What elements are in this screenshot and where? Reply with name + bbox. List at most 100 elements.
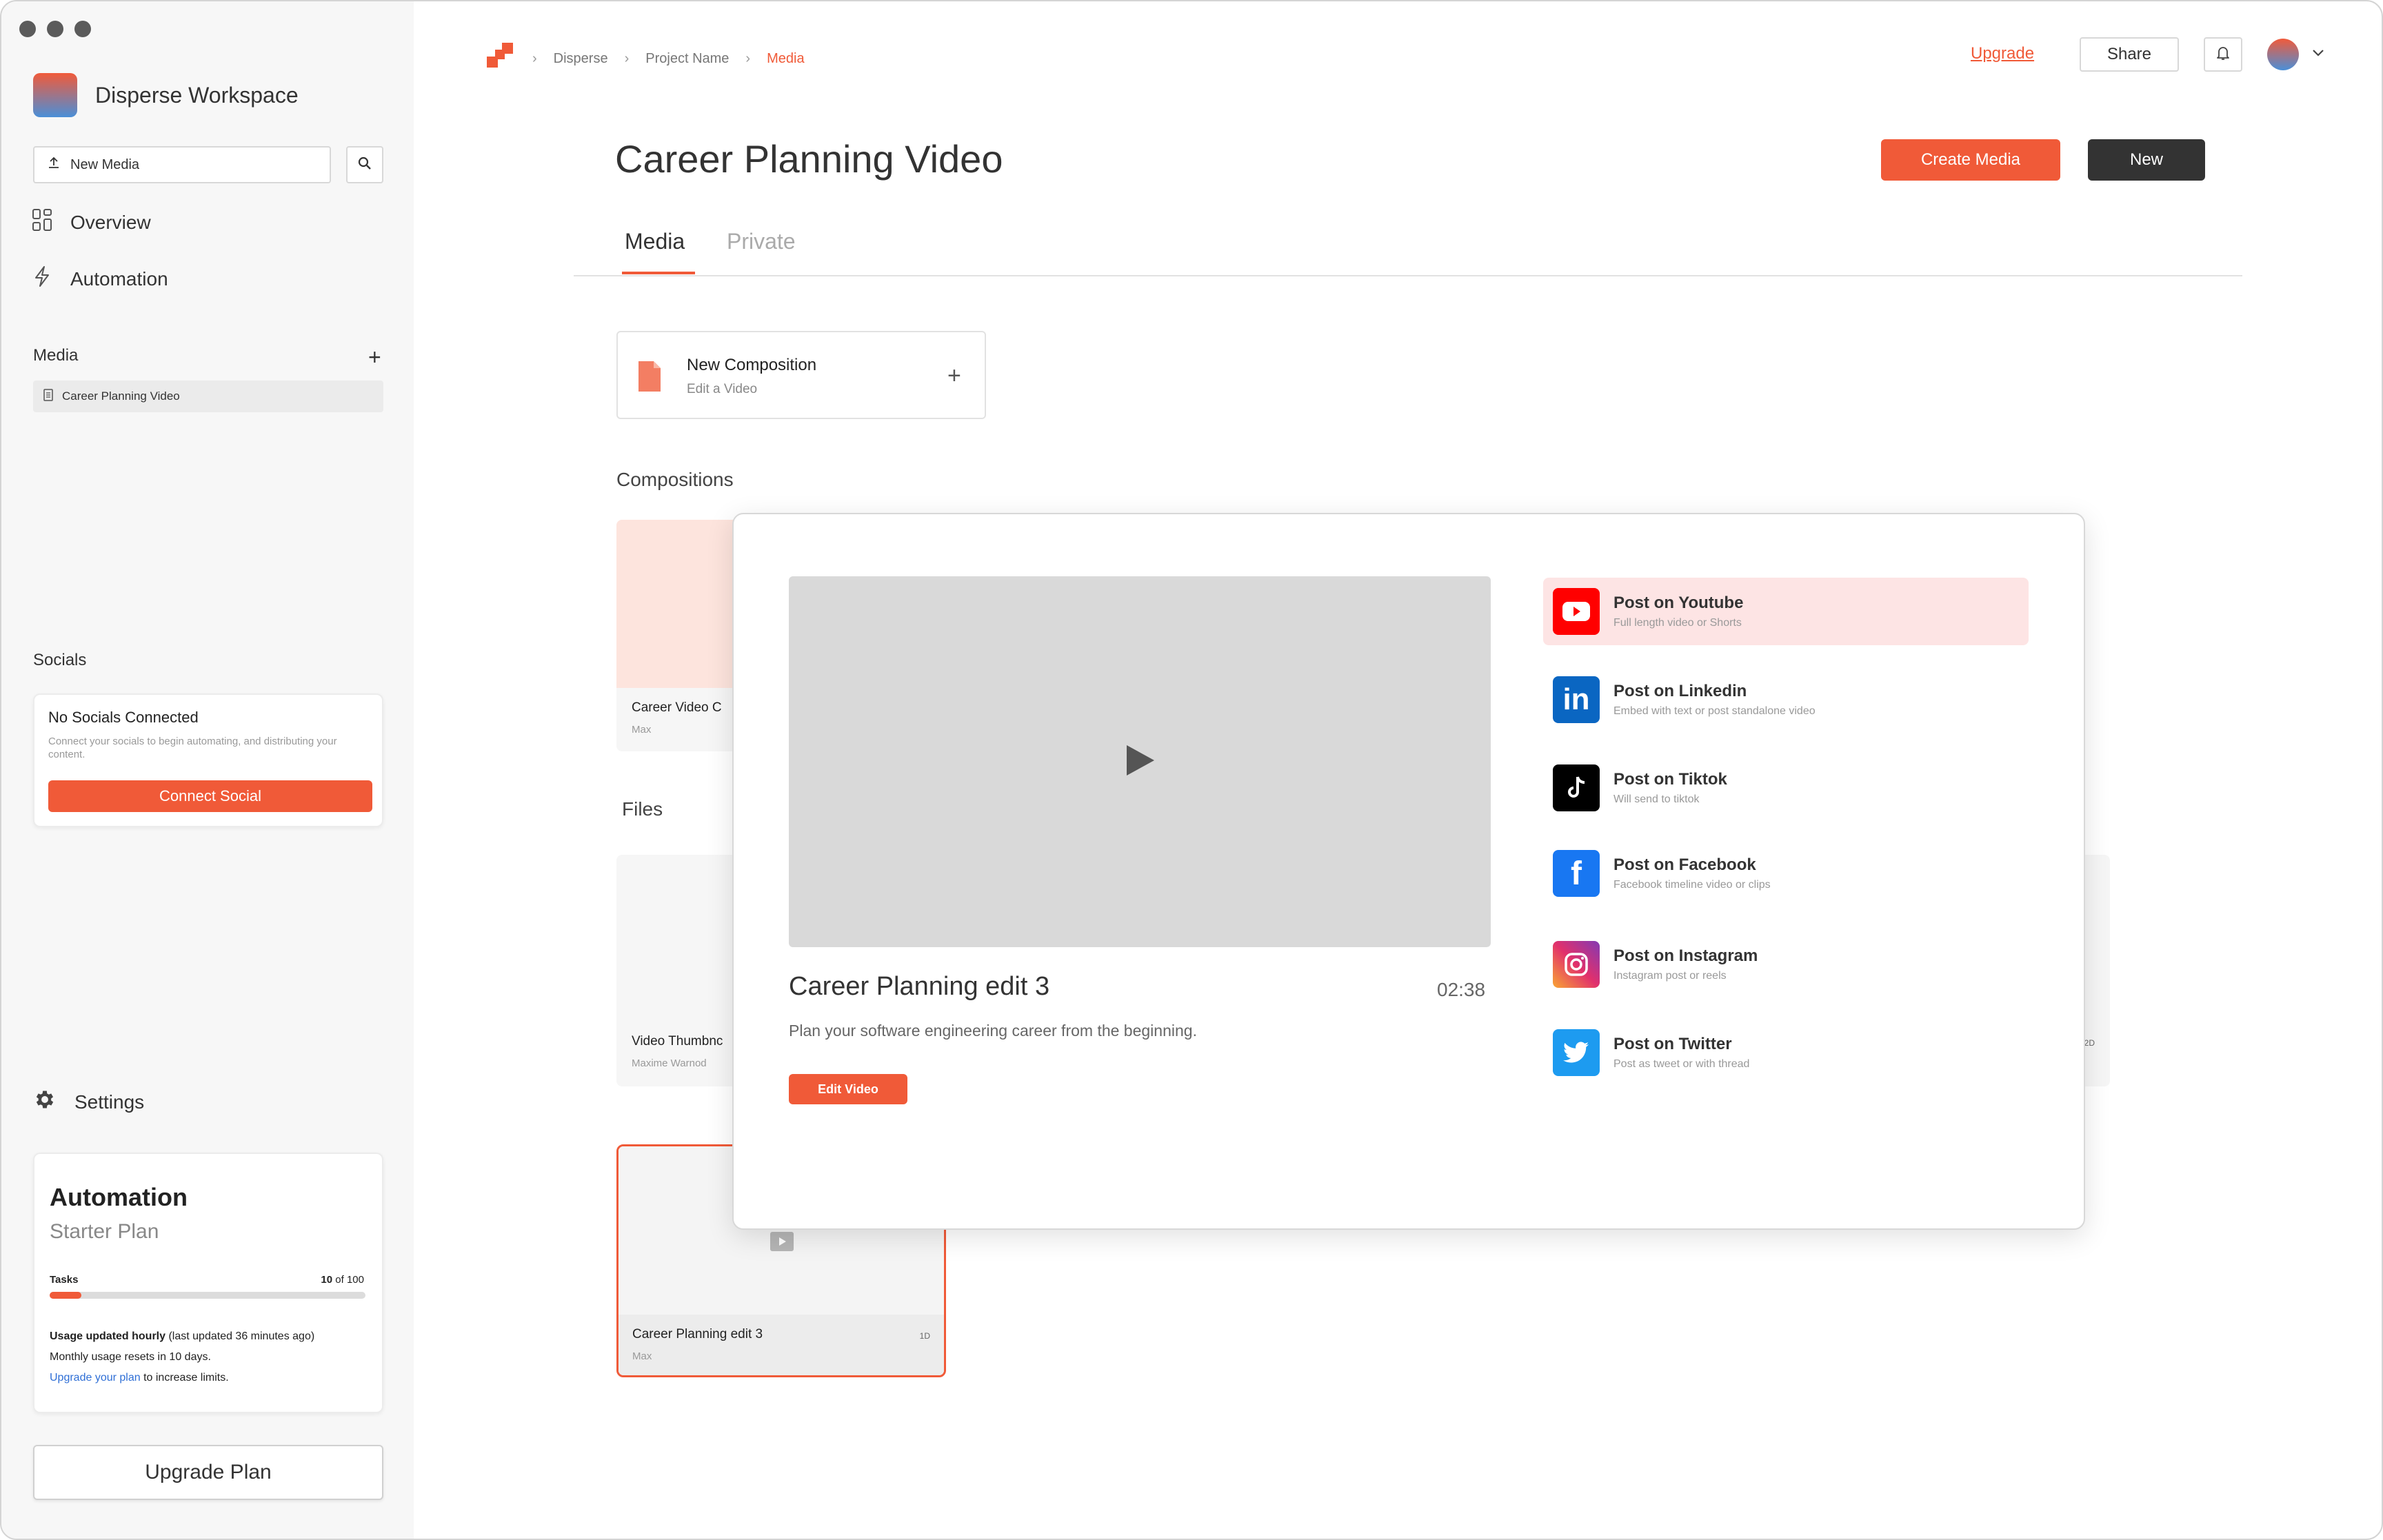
sidebar-media-item-label: Career Planning Video [62,389,180,403]
compositions-heading: Compositions [616,469,734,490]
new-composition-title: New Composition [687,356,817,374]
connect-social-button[interactable]: Connect Social [48,780,372,812]
breadcrumb-disperse[interactable]: Disperse [554,51,608,67]
notifications-button[interactable] [2204,37,2242,72]
tasks-label: Tasks [50,1274,79,1286]
sidebar: Disperse Workspace New Media Overview Au… [1,1,414,1539]
upgrade-plan-link[interactable]: Upgrade your plan [50,1372,141,1384]
workspace-name: Disperse Workspace [95,82,299,108]
social-name: Post on Tiktok [1613,770,1727,789]
video-preview[interactable] [789,576,1491,947]
youtube-icon [1553,588,1600,635]
social-desc: Full length video or Shorts [1613,617,1742,629]
document-icon [43,388,54,405]
new-button[interactable]: New [2088,139,2205,181]
upload-icon [47,156,61,174]
file-author: Maxime Warnod [632,1057,707,1069]
app-window: Disperse Workspace New Media Overview Au… [0,0,2383,1540]
play-icon [770,1232,794,1255]
upgrade-link[interactable]: Upgrade [1971,44,2034,63]
nav-settings[interactable]: Settings [33,1088,144,1116]
twitter-icon [1553,1029,1600,1076]
file-card-meta: 2D [2084,1038,2095,1048]
socials-card-desc: Connect your socials to begin automating… [48,736,337,760]
reset-text: Monthly usage resets in 10 days. [50,1351,211,1363]
usage-text: Usage updated hourly (last updated 36 mi… [50,1330,315,1342]
workspace-logo [33,73,77,117]
social-desc: Post as tweet or with thread [1613,1058,1750,1070]
chevron-right-icon: › [624,50,630,66]
lightning-icon [32,265,52,293]
tasks-count: 10 of 100 [321,1274,364,1286]
post-tiktok-option[interactable]: Post on Tiktok Will send to tiktok [1543,754,2029,822]
new-media-label: New Media [70,156,140,172]
upgrade-plan-button[interactable]: Upgrade Plan [33,1445,383,1500]
tiktok-icon [1553,764,1600,811]
window-controls [19,21,91,37]
socials-section-label: Socials [33,651,87,669]
composition-title: Career Video C [632,700,722,715]
edit-video-button[interactable]: Edit Video [789,1074,907,1104]
minimize-window-button[interactable] [47,21,63,37]
post-linkedin-option[interactable]: in Post on Linkedin Embed with text or po… [1543,666,2029,733]
tab-media[interactable]: Media [625,229,685,254]
bell-icon [2215,45,2231,65]
selected-card-title: Career Planning edit 3 [632,1327,763,1341]
breadcrumb: › Disperse › Project Name › Media [485,41,805,76]
upgrade-hint: Upgrade your plan to increase limits. [50,1372,229,1384]
new-composition-subtitle: Edit a Video [687,382,758,396]
tabs-divider [574,275,2242,276]
new-media-button[interactable]: New Media [33,146,331,183]
post-youtube-option[interactable]: Post on Youtube Full length video or Shor… [1543,578,2029,645]
plan-card: Automation Starter Plan Tasks 10 of 100 … [33,1153,383,1413]
breadcrumb-project[interactable]: Project Name [645,51,729,67]
socials-card-title: No Socials Connected [48,709,199,726]
gear-icon [33,1088,57,1116]
nav-settings-label: Settings [74,1091,145,1113]
social-name: Post on Youtube [1613,594,1744,612]
instagram-icon [1553,941,1600,988]
breadcrumb-media[interactable]: Media [767,51,804,67]
page-title: Career Planning Video [615,137,1003,181]
social-name: Post on Facebook [1613,855,1756,874]
search-button[interactable] [346,146,383,183]
social-desc: Embed with text or post standalone video [1613,705,1816,717]
media-section-label: Media [33,346,79,365]
post-facebook-option[interactable]: f Post on Facebook Facebook timeline vide… [1543,840,2029,907]
socials-card: No Socials Connected Connect your social… [33,693,383,827]
sidebar-media-item[interactable]: Career Planning Video [33,381,383,412]
post-twitter-option[interactable]: Post on Twitter Post as tweet or with thr… [1543,1019,2029,1086]
selected-card-author: Max [632,1350,652,1362]
grid-icon [32,208,52,236]
app-logo-icon[interactable] [485,41,516,76]
social-name: Post on Twitter [1613,1035,1732,1053]
workspace-switcher[interactable]: Disperse Workspace [33,73,299,117]
nav-automation[interactable]: Automation [32,265,168,293]
nav-overview[interactable]: Overview [32,208,151,236]
avatar[interactable] [2267,39,2299,70]
post-instagram-option[interactable]: Post on Instagram Instagram post or reels [1543,931,2029,998]
composition-author: Max [632,724,652,736]
linkedin-icon: in [1553,676,1600,723]
search-icon [357,156,372,174]
social-desc: Will send to tiktok [1613,793,1700,805]
maximize-window-button[interactable] [74,21,91,37]
add-media-icon[interactable]: + [368,346,381,368]
play-icon[interactable] [1124,743,1156,781]
create-media-button[interactable]: Create Media [1881,139,2060,181]
nav-automation-label: Automation [70,267,168,290]
tab-private[interactable]: Private [727,229,796,254]
plan-title: Automation [50,1183,188,1211]
plus-icon: + [947,363,961,389]
chevron-down-icon[interactable] [2310,44,2326,64]
social-name: Post on Linkedin [1613,682,1747,700]
new-composition-card[interactable]: New Composition Edit a Video + [616,331,986,419]
active-tab-indicator [622,272,695,274]
share-button[interactable]: Share [2080,37,2179,72]
video-title: Career Planning edit 3 [789,972,1050,1001]
close-window-button[interactable] [19,21,36,37]
tasks-progress-bar [50,1292,365,1299]
nav-overview-label: Overview [70,211,151,233]
selected-card-meta: 1D [919,1331,930,1341]
chevron-right-icon: › [745,50,751,66]
